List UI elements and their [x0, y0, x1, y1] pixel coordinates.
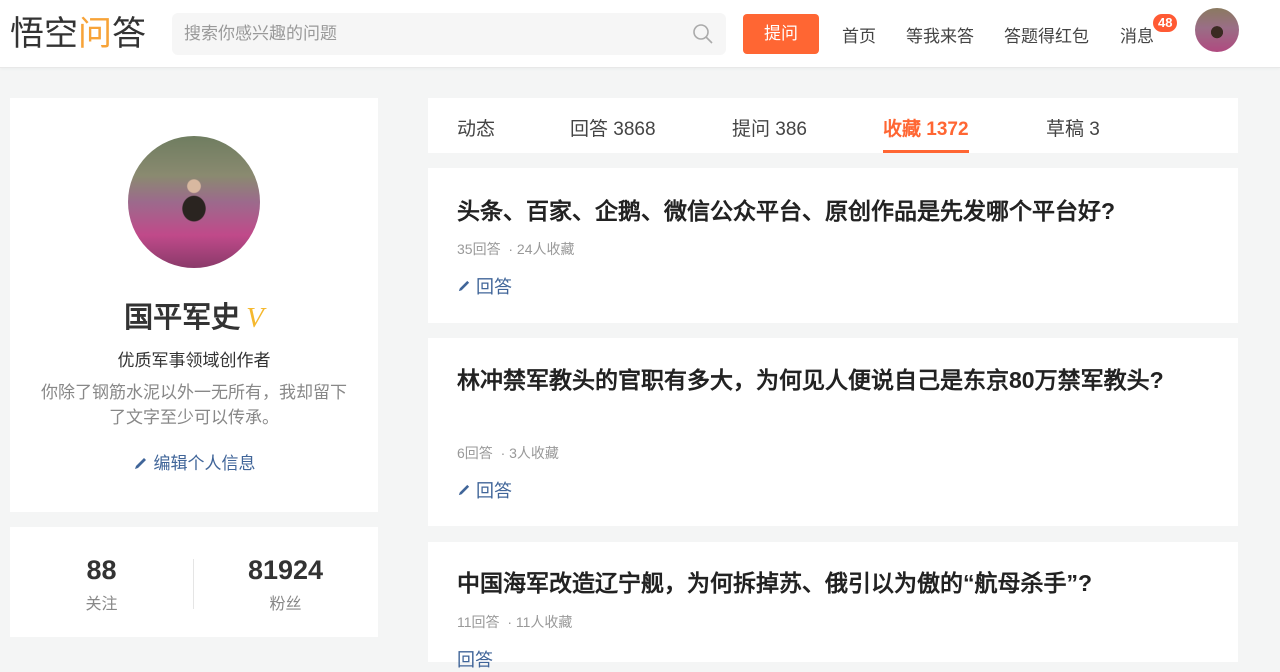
message-badge: 48: [1152, 13, 1179, 33]
profile-name-text: 国平军史: [124, 302, 241, 334]
nav-red-packet[interactable]: 答题得红包: [1004, 22, 1089, 47]
logo[interactable]: 悟空问答: [10, 14, 146, 54]
answer-count: 6回答: [457, 445, 493, 461]
profile-avatar: [128, 136, 260, 268]
search-box: [172, 13, 726, 55]
stats-card: 88 关注 81924 粉丝: [10, 527, 378, 637]
following-stat[interactable]: 88 关注: [10, 555, 193, 614]
favorite-count: 3人收藏: [509, 445, 559, 461]
answer-button[interactable]: 回答: [457, 273, 512, 299]
pencil-icon: [134, 458, 146, 469]
answer-button[interactable]: 回答: [457, 646, 493, 672]
profile-title: 优质军事领域创作者: [117, 351, 271, 370]
question-title[interactable]: 林冲禁军教头的官职有多大，为何见人便说自己是东京80万禁军教头?: [457, 363, 1188, 397]
nav-home[interactable]: 首页: [842, 22, 876, 47]
question-item: 中国海军改造辽宁舰，为何拆掉苏、俄引以为傲的“航母杀手”? 11回答 · 11人…: [428, 542, 1238, 670]
answer-count: 35回答: [457, 241, 501, 257]
profile-bio: 你除了钢筋水泥以外一无所有，我却留下了文字至少可以传承。: [41, 383, 347, 427]
answer-label: 回答: [476, 277, 512, 297]
question-meta: 11回答 · 11人收藏: [457, 614, 573, 630]
followers-label: 粉丝: [269, 596, 302, 613]
answer-label: 回答: [476, 481, 512, 501]
tab-activity[interactable]: 动态: [457, 114, 495, 153]
tab-questions[interactable]: 提问 386: [732, 114, 807, 153]
ask-question-button[interactable]: 提问: [743, 14, 819, 54]
pencil-icon: [458, 484, 470, 496]
profile-card: 国平军史 V 优质军事领域创作者 你除了钢筋水泥以外一无所有，我却留下了文字至少可…: [10, 98, 378, 512]
profile-tabs: 动态 回答 3868 提问 386 收藏 1372 草稿 3: [428, 98, 1238, 153]
verified-icon: V: [246, 302, 264, 334]
edit-profile-link[interactable]: 编辑个人信息: [10, 449, 378, 474]
following-count: 88: [86, 555, 117, 585]
favorite-count: 11人收藏: [515, 614, 573, 630]
question-item: 林冲禁军教头的官职有多大，为何见人便说自己是东京80万禁军教头? 6回答 · 3…: [428, 338, 1238, 526]
tab-drafts[interactable]: 草稿 3: [1046, 114, 1100, 153]
question-item: 头条、百家、企鹅、微信公众平台、原创作品是先发哪个平台好? 35回答 · 24人…: [428, 168, 1238, 323]
tab-answers[interactable]: 回答 3868: [570, 114, 656, 153]
tab-favorites[interactable]: 收藏 1372: [883, 114, 969, 153]
favorite-count: 24人收藏: [516, 241, 575, 257]
search-input[interactable]: [172, 13, 672, 55]
answer-label: 回答: [457, 650, 493, 670]
user-avatar[interactable]: [1195, 8, 1239, 52]
pencil-icon: [458, 280, 470, 292]
top-header: 悟空问答 提问 首页 等我来答 答题得红包 消息 48: [0, 0, 1280, 68]
question-meta: 6回答 · 3人收藏: [457, 445, 559, 461]
following-label: 关注: [85, 596, 118, 613]
search-icon[interactable]: [692, 23, 714, 45]
answer-count: 11回答: [457, 614, 500, 630]
question-meta: 35回答 · 24人收藏: [457, 241, 575, 257]
nav-messages[interactable]: 消息: [1120, 22, 1154, 47]
question-title[interactable]: 头条、百家、企鹅、微信公众平台、原创作品是先发哪个平台好?: [457, 194, 1188, 228]
followers-stat[interactable]: 81924 粉丝: [194, 555, 377, 614]
answer-button[interactable]: 回答: [457, 477, 512, 503]
question-title[interactable]: 中国海军改造辽宁舰，为何拆掉苏、俄引以为傲的“航母杀手”?: [457, 566, 1188, 600]
nav-waiting-answers[interactable]: 等我来答: [906, 22, 974, 47]
followers-count: 81924: [247, 555, 324, 585]
profile-name: 国平军史 V: [10, 294, 378, 336]
edit-profile-label: 编辑个人信息: [153, 454, 256, 473]
